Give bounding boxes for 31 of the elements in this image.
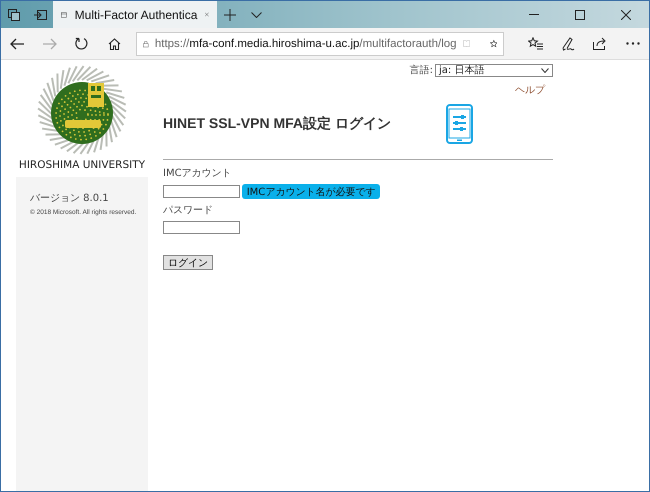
login-button[interactable]: ログイン [163, 255, 213, 270]
maximize-icon[interactable] [575, 10, 585, 20]
favorites-icon[interactable] [528, 37, 544, 50]
share-icon[interactable] [593, 37, 608, 50]
refresh-icon[interactable] [75, 37, 88, 50]
tab-preview-icon[interactable] [8, 8, 20, 20]
home-icon[interactable] [108, 38, 121, 50]
close-icon[interactable] [621, 10, 631, 20]
account-input[interactable] [163, 185, 240, 198]
new-tab-icon[interactable] [224, 8, 236, 20]
chevron-down-icon[interactable] [250, 12, 262, 18]
language-dropdown[interactable]: ja: 日本語 [435, 64, 553, 76]
back-icon[interactable] [10, 38, 24, 50]
page-title: HINET SSL-VPN MFA設定 ログイン [163, 115, 392, 133]
account-label: IMCアカウント [163, 167, 233, 180]
more-icon[interactable] [626, 42, 640, 45]
help-link[interactable]: ヘルプ [515, 83, 545, 97]
caret-icon [541, 68, 549, 72]
university-name: HIROSHIMA UNIVERSITY [18, 158, 146, 173]
phone-settings-icon [446, 104, 473, 144]
version-text: バージョン 8.0.1 [30, 192, 110, 205]
password-label: パスワード [163, 204, 214, 217]
password-input[interactable] [163, 221, 240, 234]
browser-tab[interactable]: Multi-Factor Authentica [53, 1, 217, 28]
tabs-aside-icon[interactable] [34, 8, 46, 20]
pen-icon[interactable] [561, 36, 576, 50]
close-tab-icon[interactable] [205, 10, 209, 19]
address-bar[interactable]: https://mfa-conf.media.hiroshima-u.ac.jp/multifactorauth/log [136, 32, 504, 56]
star-icon[interactable] [490, 37, 498, 50]
error-message: IMCアカウント名が必要です [242, 184, 380, 199]
language-label: 言語: [410, 64, 433, 77]
